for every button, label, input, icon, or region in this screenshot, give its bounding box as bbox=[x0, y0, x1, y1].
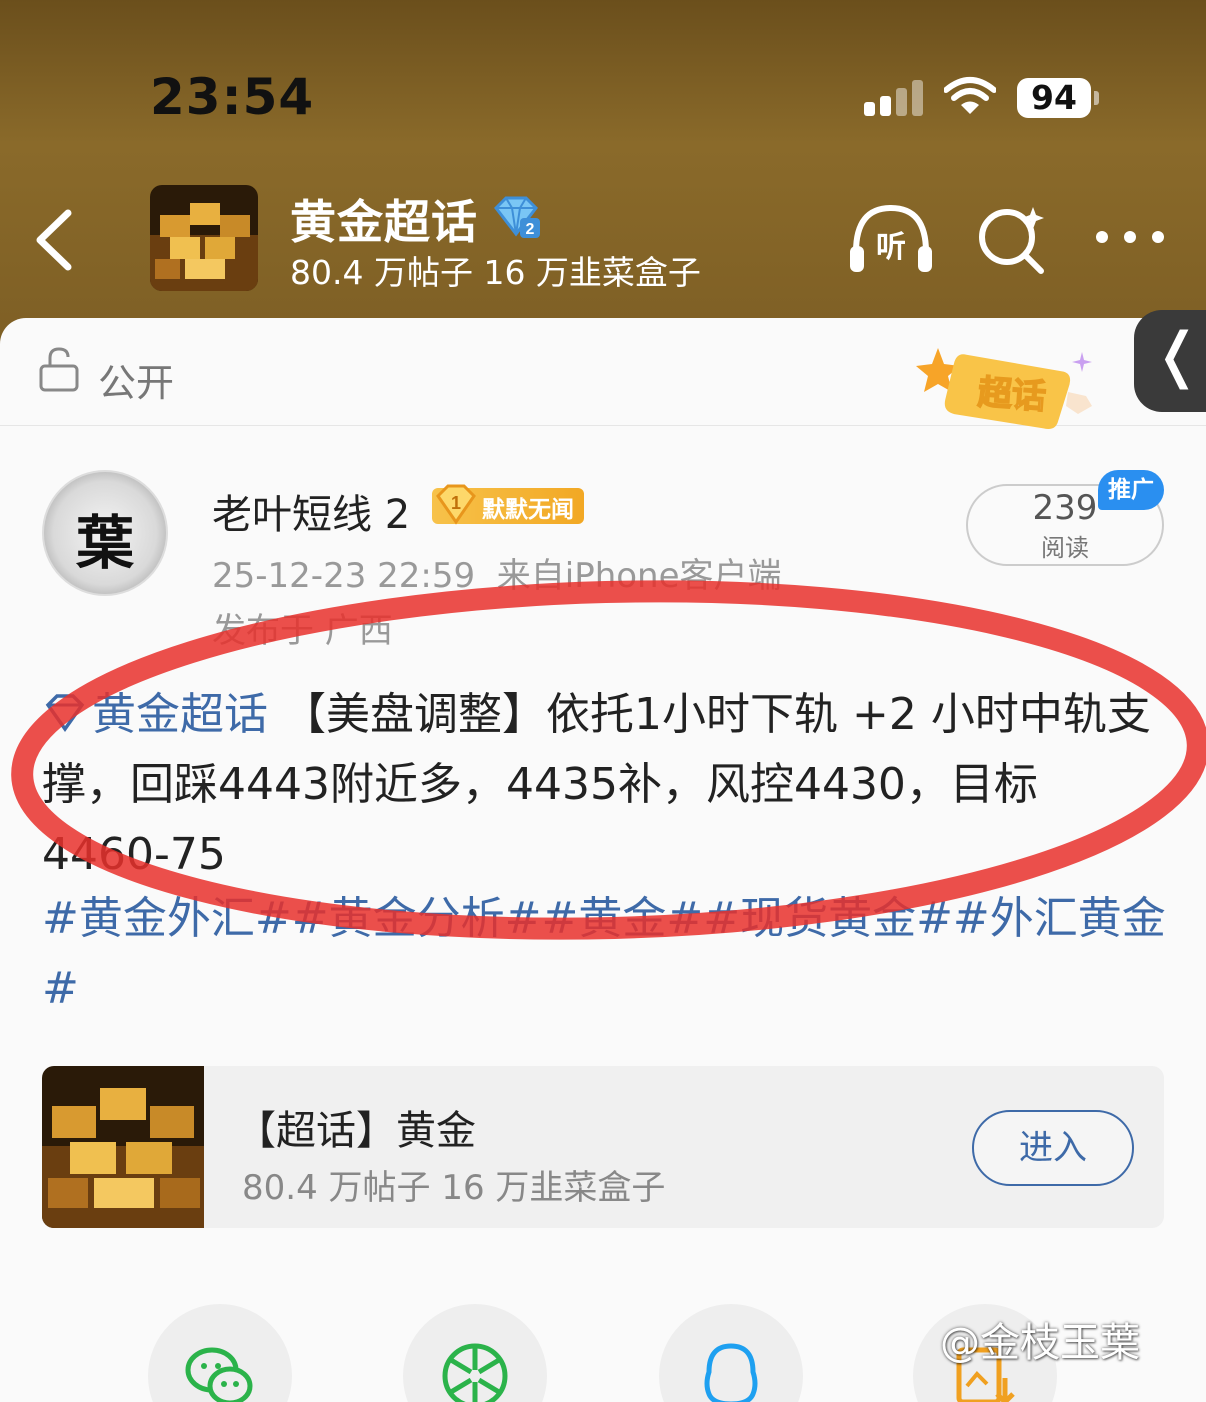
side-drawer-glyph: ❬ bbox=[1152, 320, 1203, 390]
listen-label: 听 bbox=[876, 230, 906, 265]
avatar[interactable]: 葉 bbox=[42, 470, 168, 596]
search-icon[interactable] bbox=[975, 203, 1047, 275]
topic-stats: 80.4 万帖子 16 万韭菜盒子 bbox=[290, 253, 701, 292]
super-topic-sticker: 超话 bbox=[916, 348, 1092, 429]
user-badge-text: 默默无闻 bbox=[482, 497, 574, 523]
super-topic-tag-icon bbox=[45, 694, 85, 733]
topic-thumbnail bbox=[150, 185, 258, 291]
watermark: @金枝玉葉 bbox=[940, 1320, 1140, 1366]
side-drawer-tab[interactable]: ❬ bbox=[1134, 310, 1206, 412]
svg-text:2: 2 bbox=[526, 221, 535, 238]
qq-icon bbox=[704, 1343, 758, 1402]
badge-level: 1 bbox=[451, 493, 461, 513]
topic-header bbox=[0, 0, 1206, 360]
post-location: 发布于 广西 bbox=[212, 611, 393, 651]
post-source: 来自iPhone客户端 bbox=[496, 556, 782, 596]
wifi-icon bbox=[944, 77, 996, 114]
topic-link[interactable]: 黄金超话 bbox=[42, 689, 268, 740]
battery-cap bbox=[1094, 91, 1099, 105]
avatar-char: 葉 bbox=[75, 509, 134, 577]
battery-indicator: 94 bbox=[1017, 78, 1091, 118]
sticker-text: 超话 bbox=[977, 373, 1048, 418]
super-topic-level-icon: 2 bbox=[494, 196, 540, 238]
post-meta: 25-12-23 22:59 来自iPhone客户端 bbox=[212, 548, 782, 597]
back-button[interactable] bbox=[30, 205, 80, 275]
topic-card-thumbnail bbox=[42, 1066, 204, 1228]
more-options-icon[interactable] bbox=[1092, 222, 1168, 252]
visibility-label: 公开 bbox=[98, 361, 175, 405]
cell-signal-icon bbox=[864, 80, 924, 116]
topic-card-title: 【超话】黄金 bbox=[236, 1108, 476, 1154]
topic-card-stats: 80.4 万帖子 16 万韭菜盒子 bbox=[242, 1168, 666, 1208]
username[interactable]: 老叶短线 2 bbox=[212, 482, 410, 540]
status-time: 23:54 bbox=[150, 68, 315, 126]
enter-button[interactable]: 进入 bbox=[972, 1110, 1134, 1186]
post-body: 黄金超话 【美盘调整】依托1小时下轨 +2 小时中轨支撑，回踩4443附近多，4… bbox=[42, 680, 1164, 890]
listen-icon[interactable]: 听 bbox=[848, 202, 934, 276]
diamond-badge-icon: 1 bbox=[436, 484, 476, 525]
post-timestamp: 25-12-23 22:59 bbox=[212, 556, 476, 596]
wechat-icon bbox=[185, 1347, 253, 1402]
moments-icon bbox=[442, 1343, 508, 1402]
unlock-icon bbox=[39, 347, 79, 392]
read-label: 阅读 bbox=[1041, 534, 1089, 562]
topic-title: 黄金超话 bbox=[290, 195, 478, 249]
promo-tag: 推广 bbox=[1098, 470, 1164, 510]
topic-link-text: 黄金超话 bbox=[92, 689, 268, 740]
hashtag-list[interactable]: #黄金外汇##黄金分析##黄金##现货黄金##外汇黄金# bbox=[42, 884, 1172, 1024]
